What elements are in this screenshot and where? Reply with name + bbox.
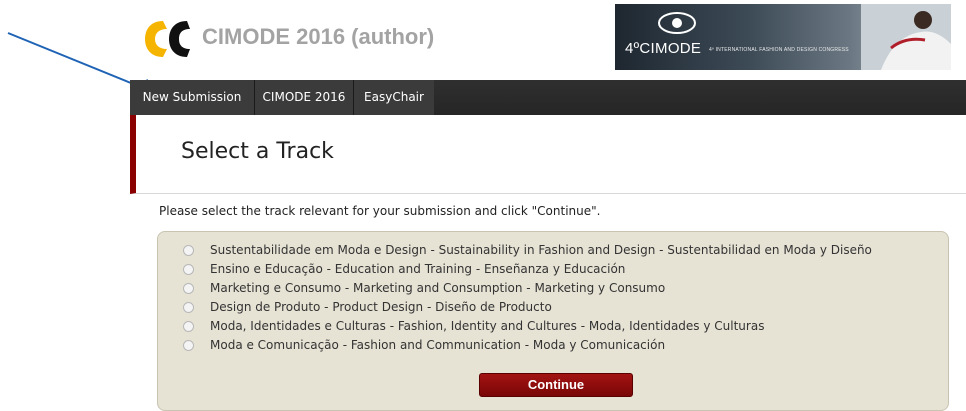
track-option-label: Marketing e Consumo - Marketing and Cons…	[210, 281, 666, 295]
track-option-label: Design de Produto - Product Design - Dis…	[210, 300, 552, 314]
track-option-label: Moda e Comunicação - Fashion and Communi…	[210, 338, 666, 352]
congress-banner: 4ºCIMODE 4º INTERNATIONAL FASHION AND DE…	[615, 4, 951, 70]
menu-item-easychair[interactable]: EasyChair	[354, 80, 434, 115]
menu-item-new-submission[interactable]: New Submission	[130, 80, 254, 115]
track-option-label: Sustentabilidade em Moda e Design - Sust…	[210, 243, 872, 257]
banner-subtitle: 4º INTERNATIONAL FASHION AND DESIGN CONG…	[709, 47, 849, 53]
model-figure-icon	[861, 4, 951, 70]
menu-bar: New Submission CIMODE 2016 EasyChair	[130, 80, 966, 115]
radio-button[interactable]	[183, 320, 194, 332]
banner-title: 4ºCIMODE	[625, 40, 702, 57]
track-option-label: Ensino e Educação - Education and Traini…	[210, 262, 626, 276]
continue-button[interactable]: Continue	[479, 373, 633, 397]
radio-button[interactable]	[183, 244, 194, 256]
radio-button[interactable]	[183, 282, 194, 294]
radio-button[interactable]	[183, 263, 194, 275]
track-option-label: Moda, Identidades e Culturas - Fashion, …	[210, 319, 765, 333]
eye-icon	[658, 12, 696, 34]
page-title: Select a Track	[181, 139, 334, 164]
instructions-text: Please select the track relevant for you…	[159, 204, 601, 218]
app-title: CIMODE 2016 (author)	[202, 24, 435, 49]
track-option[interactable]: Sustentabilidade em Moda e Design - Sust…	[183, 241, 872, 259]
track-option[interactable]: Ensino e Educação - Education and Traini…	[183, 260, 625, 278]
track-option[interactable]: Marketing e Consumo - Marketing and Cons…	[183, 279, 665, 297]
track-option[interactable]: Moda, Identidades e Culturas - Fashion, …	[183, 317, 764, 335]
track-option[interactable]: Moda e Comunicação - Fashion and Communi…	[183, 336, 665, 354]
radio-button[interactable]	[183, 339, 194, 351]
menu-item-cimode-2016[interactable]: CIMODE 2016	[255, 80, 353, 115]
track-option[interactable]: Design de Produto - Product Design - Dis…	[183, 298, 552, 316]
radio-button[interactable]	[183, 301, 194, 313]
easychair-logo-icon	[145, 21, 190, 57]
